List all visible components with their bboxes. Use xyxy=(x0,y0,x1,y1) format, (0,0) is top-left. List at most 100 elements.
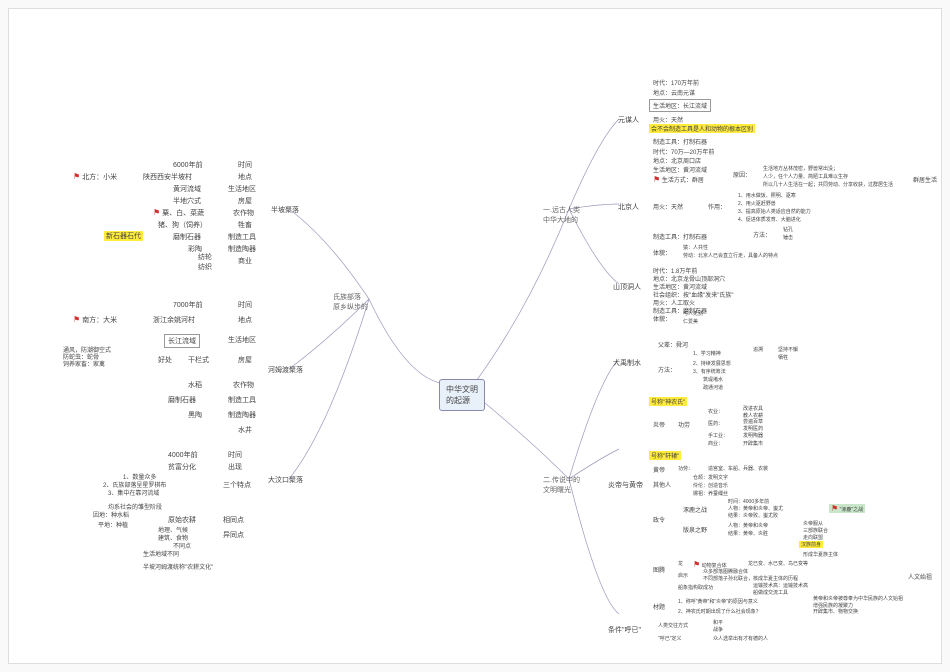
n: 开辟集市 xyxy=(739,439,767,448)
n: 磨制石器 xyxy=(169,231,205,243)
n: 异同点 xyxy=(219,529,248,541)
zhuolu-tag: ⚑ "涿鹿"之战 xyxy=(829,504,865,513)
n: 炎帝 xyxy=(649,419,669,430)
branch-clans[interactable]: 氏族部落原乡纵步的 xyxy=(329,291,372,313)
n: ⚑ 生活方式：群居 xyxy=(649,174,708,185)
n: 房屋 xyxy=(234,195,256,207)
n: 3、集中在靠河流域 xyxy=(104,487,163,498)
n: 7000年前 xyxy=(169,299,207,311)
yuanmou-node[interactable]: 元谋人 xyxy=(614,114,643,126)
n: 开辟集市、物物交换 xyxy=(809,607,862,616)
branch-ancients[interactable]: 一.远古人类中华大地的 xyxy=(539,204,584,226)
n: 材题 xyxy=(649,601,669,612)
dayu-node[interactable]: 大禹制水 xyxy=(609,357,645,369)
n: 作用： xyxy=(704,201,730,212)
n: 1、学习精神 xyxy=(689,349,725,358)
n: 出现 xyxy=(224,461,246,473)
n: 劳动：北京人已会直立行走，具备人的特点 xyxy=(679,251,782,260)
n: "呼已"定义 xyxy=(654,634,686,643)
n: 追溯 xyxy=(749,345,767,354)
beijing-node[interactable]: 北京人 xyxy=(614,201,643,213)
n: 政令 xyxy=(649,514,669,525)
n: 通风，防潮御空式防蛇虫：蛇骨饲养家畜：家禽 xyxy=(59,347,115,371)
banpo-node[interactable]: 半坡聚落 xyxy=(267,204,303,216)
flag-icon: ⚑ xyxy=(653,175,660,184)
n: 所以几十人生活在一起；共同劳动、分享收获，过群居生活 xyxy=(759,180,897,189)
n: 房屋 xyxy=(234,354,256,366)
n: 黄河流域 xyxy=(169,183,205,195)
n: 4000年前 xyxy=(164,449,202,461)
yanhuang-node[interactable]: 炎帝与黄帝 xyxy=(604,479,647,491)
n: 体貌： xyxy=(649,313,675,324)
n: 牲畜 xyxy=(234,219,256,231)
branch-label: 一.远古人类中华大地的 xyxy=(543,207,580,224)
n: 时间 xyxy=(224,449,246,461)
n: 船象指构取成功 xyxy=(674,583,717,592)
n: 平地：种植 xyxy=(94,519,132,530)
n: 6000年前 xyxy=(169,159,207,171)
n: ⚑ 粟、白、菜蔬 xyxy=(149,207,208,219)
n: 生活地区 xyxy=(224,334,260,346)
n: 磨制石器 xyxy=(164,394,200,406)
lbl: 河姆渡聚落 xyxy=(268,367,303,374)
n: 地点 xyxy=(234,171,256,183)
n: 好处 xyxy=(154,354,176,366)
flag-icon: ⚑ xyxy=(153,208,160,217)
n: 龙 xyxy=(674,559,687,568)
lbl: 大汶口聚落 xyxy=(268,477,303,484)
n: 其他人 xyxy=(649,479,675,490)
n: 制造陶器 xyxy=(224,243,260,255)
n: 形成华夏族主体 xyxy=(799,550,842,559)
n: 时间 xyxy=(234,299,256,311)
center-node[interactable]: 中华文明的起源 xyxy=(439,379,485,411)
n: 半地穴式 xyxy=(169,195,205,207)
n: 父辈：舜河 xyxy=(654,339,692,350)
n: 方法： xyxy=(749,229,775,240)
n: 1、称呼"黄帝"和"炎帝"的原因与意义 xyxy=(674,597,762,606)
mindmap-canvas: 中华文明的起源 氏族部落原乡纵步的 一.远古人类中华大地的 二.传说中的文明曙光… xyxy=(8,8,942,664)
shennong-highlight: 号称"神农氏" xyxy=(649,397,687,406)
conditions-node[interactable]: 条件"呼已" xyxy=(604,624,645,636)
n: 农业： xyxy=(704,407,727,416)
n: 造宫室、车船、兵器、衣裳 xyxy=(704,464,772,473)
side-ancestor: 人文始祖 xyxy=(904,571,936,582)
n: 干栏式 xyxy=(184,354,213,366)
lbl: 北京人 xyxy=(618,204,639,211)
branch-legends[interactable]: 二.传说中的文明曙光 xyxy=(539,474,584,496)
n: 启示 xyxy=(674,571,692,580)
n: 人类交往方式 xyxy=(654,621,692,630)
lbl: 大禹制水 xyxy=(613,360,641,367)
n: 疏通河道 xyxy=(699,383,727,392)
n: 龙已变、水已变、鸟已变等 xyxy=(744,559,812,568)
n: 半坡河姆渡统称"农耕文化" xyxy=(139,561,217,572)
n: 农作物 xyxy=(229,207,258,219)
n: 结果：黄帝、炎胜 xyxy=(724,529,772,538)
hemudu-node[interactable]: 河姆渡聚落 xyxy=(264,364,307,376)
dawenkou-node[interactable]: 大汶口聚落 xyxy=(264,474,307,486)
key-highlight: 会不会制造工具是人和动物的根本区别 xyxy=(649,124,755,133)
lbl: 条件"呼已" xyxy=(608,627,641,634)
n: 时间 xyxy=(234,159,256,171)
center-label: 中华文明的起源 xyxy=(446,385,478,405)
n: 猪、狗（饲养） xyxy=(154,219,211,231)
era-highlight: 新石器石代 xyxy=(104,231,143,241)
lbl: 半坡聚落 xyxy=(271,207,299,214)
n: 结果：炎帝败、蚩尤败 xyxy=(724,511,782,520)
n: 生活地区 xyxy=(224,183,260,195)
n: 贫富分化 xyxy=(164,461,200,473)
n: 商业 xyxy=(234,255,256,267)
n: 商业： xyxy=(704,439,727,448)
hanzu-highlight: 汉族前身 xyxy=(799,541,823,548)
n: 功劳： xyxy=(674,464,697,473)
n: 地点：云南元谋 xyxy=(649,87,699,98)
n: 方法： xyxy=(654,364,680,375)
n: 用火：天然 xyxy=(649,201,687,212)
n: 功劳 xyxy=(674,419,694,430)
n: 陕西西安半坡村 xyxy=(139,171,196,183)
n: 相同点 xyxy=(219,514,248,526)
n: 牺牲 xyxy=(774,353,792,362)
n: 4、促进体质发育、大脑进化 xyxy=(734,215,805,224)
shanding-node[interactable]: 山顶洞人 xyxy=(609,281,645,293)
n: 版泉之野 xyxy=(679,524,711,535)
branch-label: 氏族部落原乡纵步的 xyxy=(333,294,368,311)
